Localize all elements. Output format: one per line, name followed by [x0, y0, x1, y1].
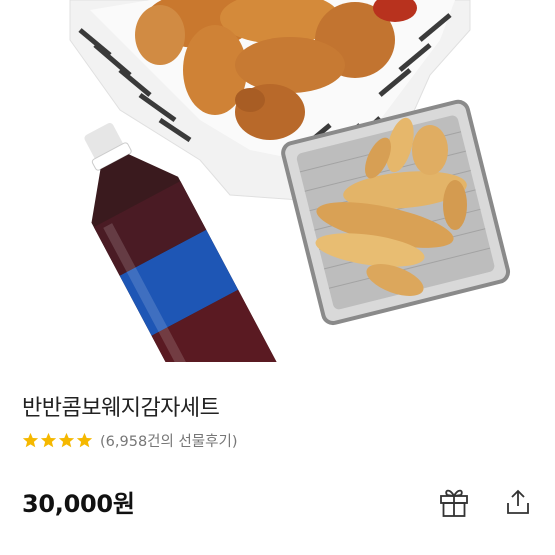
product-image[interactable] [0, 0, 555, 362]
star-icon [76, 432, 93, 448]
gift-icon [440, 489, 468, 517]
star-icon [40, 432, 57, 448]
rating-row[interactable]: (6,958건의 선물후기) [22, 430, 237, 451]
star-icon [58, 432, 75, 448]
share-button[interactable] [498, 482, 538, 522]
product-info: 반반콤보웨지감자세트 (6,958건의 선물후기) 30,000원 [0, 362, 555, 555]
star-rating [22, 432, 93, 449]
share-icon [507, 489, 529, 514]
gift-button[interactable] [434, 482, 474, 522]
review-count[interactable]: (6,958건의 선물후기) [100, 430, 237, 451]
star-icon [22, 432, 39, 448]
product-photo-illustration [69, 0, 511, 362]
product-title: 반반콤보웨지감자세트 [22, 396, 220, 421]
product-price: 30,000원 [22, 490, 135, 518]
